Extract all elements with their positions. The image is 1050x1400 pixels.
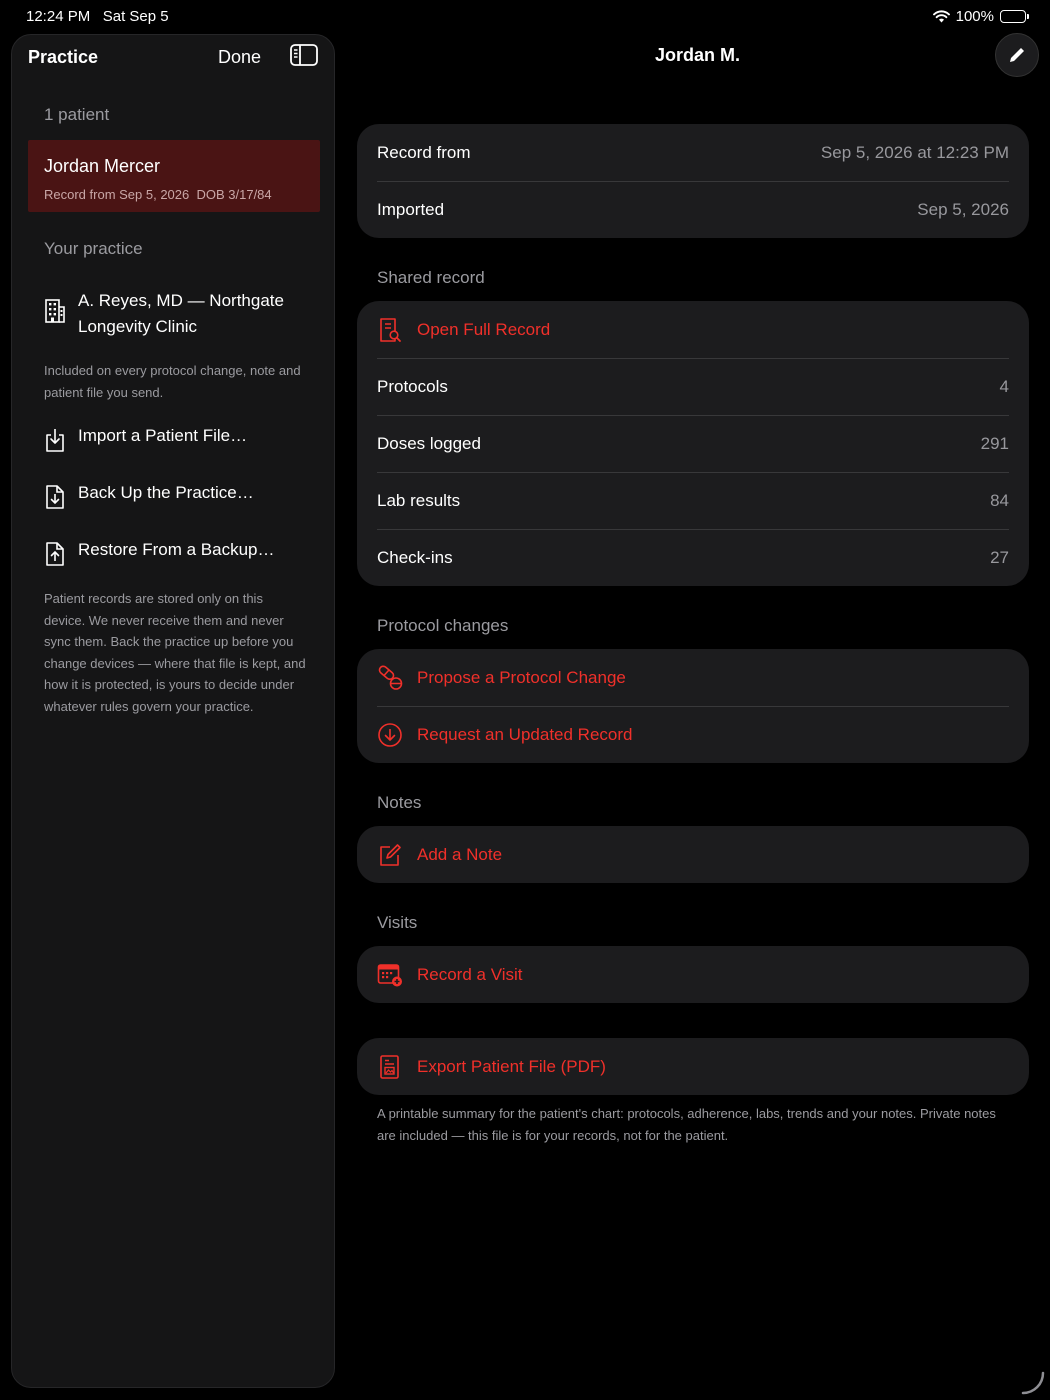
restore-backup-button[interactable]: Restore From a Backup… xyxy=(44,540,275,567)
building-icon xyxy=(45,299,65,323)
battery-icon xyxy=(1000,10,1029,23)
page-title: Jordan M. xyxy=(654,45,740,65)
patient-name: Jordan Mercer xyxy=(44,156,161,176)
patient-subtitle: Record from Sep 5, 2026 DOB 3/17/84 xyxy=(44,187,272,202)
status-right: 100% xyxy=(932,8,1029,25)
imported-row: Imported Sep 5, 2026 xyxy=(357,181,1029,238)
record-summary-card: Record from Sep 5, 2026 at 12:23 PM Impo… xyxy=(357,124,1029,238)
document-upload-icon xyxy=(46,542,64,566)
notes-header: Notes xyxy=(377,793,422,812)
propose-protocol-change-button[interactable]: Propose a Protocol Change xyxy=(357,649,1029,706)
sidebar: Practice Done 1 patient Jordan Mercer Re… xyxy=(11,34,335,1388)
patient-list-item[interactable]: Jordan Mercer Record from Sep 5, 2026 DO… xyxy=(28,140,320,212)
imported-value: Sep 5, 2026 xyxy=(917,199,1009,219)
record-from-row: Record from Sep 5, 2026 at 12:23 PM xyxy=(377,142,1009,162)
done-button[interactable]: Done xyxy=(218,47,261,68)
pills-icon xyxy=(378,664,403,690)
export-patient-file-button[interactable]: Export Patient File (PDF) xyxy=(357,1038,1029,1095)
doses-logged-row[interactable]: Doses logged 291 xyxy=(357,415,1029,472)
sidebar-toggle-button[interactable] xyxy=(290,44,318,68)
back-up-practice-button[interactable]: Back Up the Practice… xyxy=(44,483,254,510)
record-from-value: Sep 5, 2026 at 12:23 PM xyxy=(820,142,1009,162)
practice-name: A. Reyes, MD — Northgate Longevity Clini… xyxy=(78,291,284,336)
import-label: Import a Patient File… xyxy=(78,426,248,445)
edit-button[interactable] xyxy=(995,33,1039,77)
request-updated-record-button[interactable]: Request an Updated Record xyxy=(357,706,1029,763)
your-practice-header: Your practice xyxy=(44,239,143,258)
protocol-changes-header: Protocol changes xyxy=(377,616,509,635)
record-visit-button[interactable]: Record a Visit xyxy=(357,946,1029,1003)
battery-percent: 100% xyxy=(955,8,994,25)
document-download-icon xyxy=(46,485,64,509)
wifi-icon xyxy=(932,10,950,23)
sidebar-title: Practice xyxy=(28,47,99,67)
status-time: 12:24 PM Sat Sep 5 xyxy=(26,8,169,25)
restore-label: Restore From a Backup… xyxy=(78,540,275,559)
pencil-icon xyxy=(1010,48,1024,62)
export-card: Export Patient File (PDF) xyxy=(357,1038,1029,1095)
pdf-document-icon xyxy=(380,1054,399,1079)
document-search-icon xyxy=(380,317,401,342)
backup-label: Back Up the Practice… xyxy=(78,483,254,502)
shared-record-header: Shared record xyxy=(377,268,485,287)
patient-count: 1 patient xyxy=(44,105,110,124)
resize-handle-icon[interactable] xyxy=(1020,1370,1046,1396)
notes-card: Add a Note xyxy=(357,826,1029,883)
visits-header: Visits xyxy=(377,913,418,932)
shared-record-card: Open Full Record Protocols 4 Doses logge… xyxy=(357,301,1029,586)
import-icon xyxy=(46,429,64,452)
practice-note: Included on every protocol change, note … xyxy=(44,363,301,400)
protocol-changes-card: Propose a Protocol Change Request an Upd… xyxy=(357,649,1029,763)
status-bar: 12:24 PM Sat Sep 5 100% xyxy=(0,0,1050,34)
lab-results-row[interactable]: Lab results 84 xyxy=(357,472,1029,529)
open-full-record-button[interactable]: Open Full Record xyxy=(357,301,1029,358)
add-note-button[interactable]: Add a Note xyxy=(357,826,1029,883)
protocols-row[interactable]: Protocols 4 xyxy=(357,358,1029,415)
import-patient-file-button[interactable]: Import a Patient File… xyxy=(44,426,247,453)
sidebar-toggle-icon xyxy=(290,44,318,66)
storage-note: Patient records are stored only on this … xyxy=(44,591,306,714)
arrow-down-circle-icon xyxy=(378,722,402,747)
export-note: A printable summary for the patient's ch… xyxy=(377,1106,996,1143)
visits-card: Record a Visit xyxy=(357,946,1029,1003)
check-ins-row[interactable]: Check-ins 27 xyxy=(357,529,1029,586)
compose-icon xyxy=(380,843,401,866)
calendar-add-icon xyxy=(377,963,402,986)
practice-identity[interactable]: A. Reyes, MD — Northgate Longevity Clini… xyxy=(44,288,294,340)
